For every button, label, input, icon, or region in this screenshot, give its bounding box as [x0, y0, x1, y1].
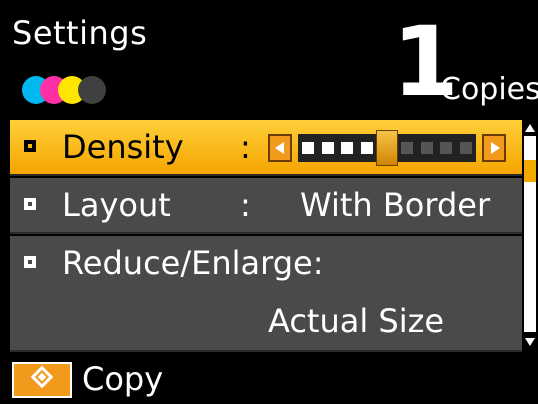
menu-item-reduce-enlarge[interactable]: Reduce/Enlarge: Actual Size	[10, 236, 522, 352]
menu-item-layout[interactable]: Layout : With Border	[10, 178, 522, 234]
copies-label: Copies	[440, 72, 538, 107]
page-title: Settings	[12, 14, 148, 52]
density-segment	[302, 142, 314, 154]
menu-item-density[interactable]: Density :	[10, 120, 522, 176]
bullet-icon	[24, 198, 36, 210]
left-arrow-icon[interactable]	[268, 134, 292, 162]
scrollbar[interactable]	[522, 120, 538, 352]
density-segment	[401, 142, 413, 154]
reduce-enlarge-value: Actual Size	[268, 302, 445, 340]
menu-item-label: Layout	[62, 186, 171, 224]
density-slider[interactable]	[268, 130, 506, 166]
density-track	[298, 130, 476, 166]
right-arrow-icon[interactable]	[482, 134, 506, 162]
bullet-icon	[24, 140, 36, 152]
colon-separator: :	[240, 186, 251, 224]
density-segment	[322, 142, 334, 154]
menu-item-label: Reduce/Enlarge:	[62, 244, 324, 282]
density-segment	[361, 142, 373, 154]
density-thumb[interactable]	[376, 130, 398, 166]
start-diamond-icon[interactable]	[12, 362, 72, 398]
colon-separator: :	[240, 128, 251, 166]
footer: Copy	[0, 356, 538, 404]
ink-black-icon	[78, 76, 106, 104]
density-segment	[460, 142, 472, 154]
density-segment	[421, 142, 433, 154]
bullet-icon	[24, 256, 36, 268]
header: Settings 1 Copies	[0, 0, 538, 118]
density-segment	[440, 142, 452, 154]
settings-menu: Density : Layout : With Border Reduce/En…	[10, 120, 522, 352]
copy-label: Copy	[82, 360, 164, 398]
ink-level-icon	[22, 76, 114, 104]
density-segment	[341, 142, 353, 154]
scroll-down-icon[interactable]	[525, 338, 535, 346]
scroll-up-icon[interactable]	[525, 124, 535, 132]
menu-item-label: Density	[62, 128, 184, 166]
layout-value: With Border	[300, 186, 491, 224]
scrollbar-thumb[interactable]	[524, 160, 536, 182]
